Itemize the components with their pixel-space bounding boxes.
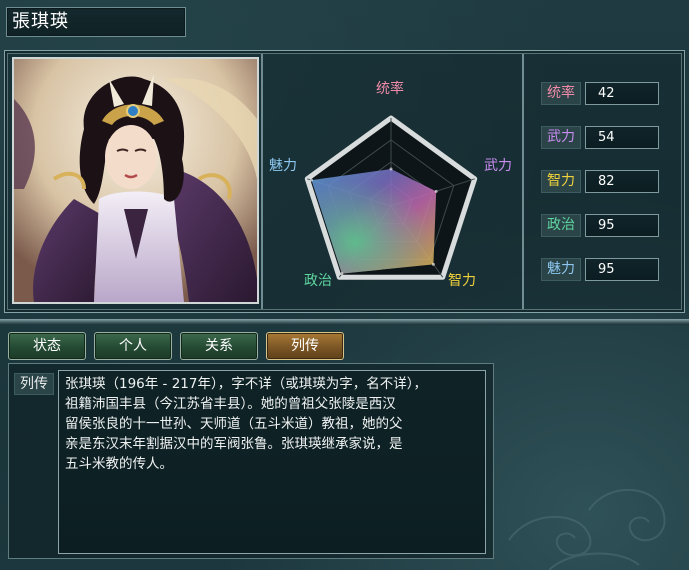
- stat-label: 智力: [541, 170, 581, 193]
- radar-data-glow: [311, 169, 437, 274]
- divider: [522, 54, 524, 309]
- radar-label-politics: 政治: [304, 273, 332, 289]
- stat-value: 54: [585, 126, 659, 149]
- tab-biography[interactable]: 列传: [266, 332, 344, 360]
- stat-label: 统率: [541, 82, 581, 105]
- stat-row-leadership: 统率 42: [541, 82, 661, 105]
- stat-value: 95: [585, 258, 659, 281]
- biography-label: 列传: [14, 373, 54, 395]
- section-divider: [0, 319, 689, 325]
- stat-row-war: 武力 54: [541, 126, 661, 149]
- radar-data-point: [431, 262, 435, 266]
- radar-data-point: [389, 167, 393, 171]
- tab-status[interactable]: 状态: [8, 332, 86, 360]
- radar-data-point: [340, 272, 344, 276]
- radar-label-leadership: 统率: [376, 81, 404, 97]
- tab-personal[interactable]: 个人: [94, 332, 172, 360]
- radar-label-charisma: 魅力: [269, 158, 297, 174]
- stat-label: 武力: [541, 126, 581, 149]
- biography-line: 张琪瑛（196年 - 217年），字不详（或琪瑛为字，名不详），: [65, 376, 427, 392]
- stat-value: 95: [585, 214, 659, 237]
- stat-radar-chart: 统率 武力 智力 政治 魅力: [263, 54, 521, 309]
- radar-label-war: 武力: [484, 158, 512, 174]
- cloud-swirl-decoration: [508, 488, 666, 570]
- stat-row-charisma: 魅力 95: [541, 258, 661, 281]
- tab-relations[interactable]: 关系: [180, 332, 258, 360]
- stat-row-intelligence: 智力 82: [541, 170, 661, 193]
- biography-text[interactable]: 张琪瑛（196年 - 217年），字不详（或琪瑛为字，名不详）， 祖籍沛国丰县（…: [58, 370, 486, 554]
- stat-label: 政治: [541, 214, 581, 237]
- portrait-image: [14, 59, 257, 302]
- radar-label-intelligence: 智力: [448, 273, 476, 289]
- biography-line: 五斗米教的传人。: [65, 456, 173, 472]
- biography-line: 留侯张良的十一世孙、天师道（五斗米道）教祖，她的父: [65, 416, 403, 432]
- radar-data-point: [309, 178, 313, 182]
- character-name: 張琪瑛: [6, 7, 186, 37]
- stat-value: 82: [585, 170, 659, 193]
- stat-row-politics: 政治 95: [541, 214, 661, 237]
- stat-label: 魅力: [541, 258, 581, 281]
- radar-data-point: [434, 189, 438, 193]
- biography-line: 亲是东汉末年割据汉中的军阀张鲁。张琪瑛继承家说，是: [65, 436, 403, 452]
- character-portrait: [12, 57, 259, 304]
- stat-value: 42: [585, 82, 659, 105]
- biography-line: 祖籍沛国丰县（今江苏省丰县）。她的曾祖父张陵是西汉: [65, 396, 396, 412]
